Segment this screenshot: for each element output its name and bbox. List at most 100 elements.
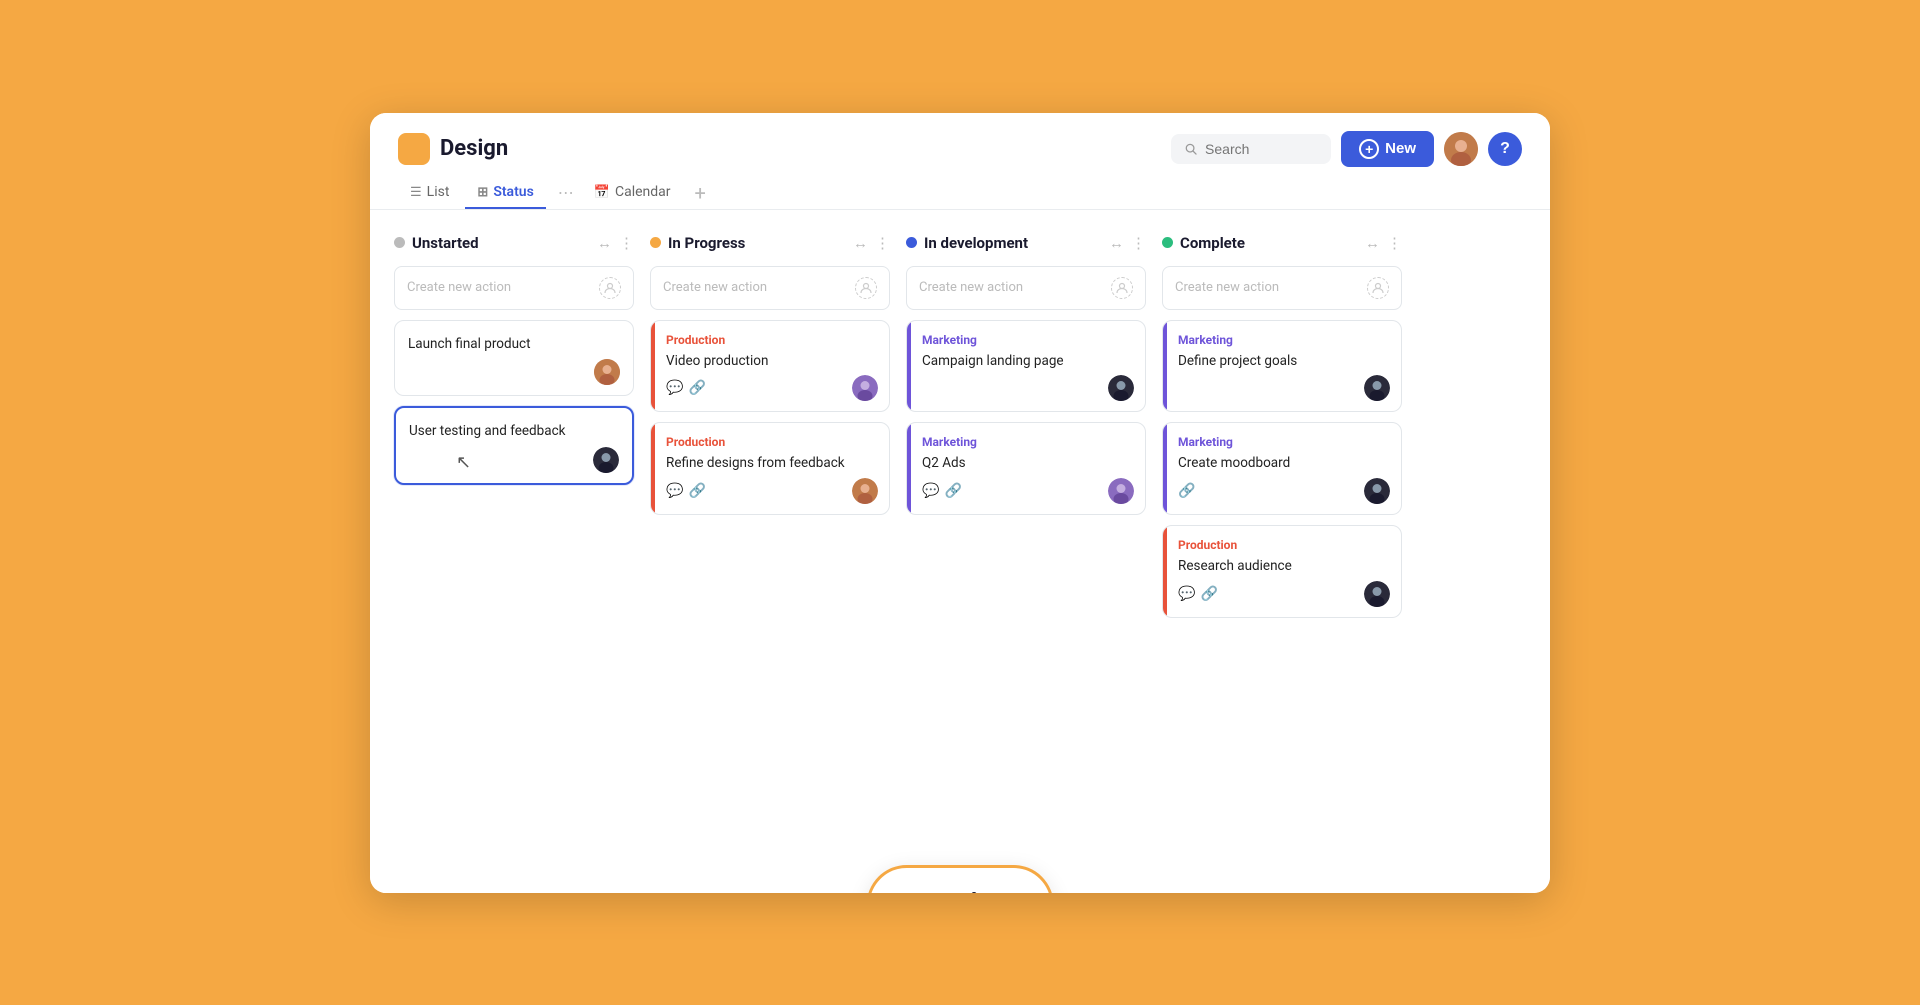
card-q2-ads[interactable]: Marketing Q2 Ads 💬 🔗 [906,422,1146,515]
complete-title: Complete [1180,234,1358,252]
search-icon [1185,142,1197,156]
card-goals-inner: Marketing Define project goals [1167,321,1401,412]
refine-label-tag: Production [666,435,878,449]
campaign-card-row [922,375,1134,401]
in-progress-create-action[interactable]: Create new action [650,266,890,310]
new-button[interactable]: + New [1341,131,1434,167]
card-campaign-landing[interactable]: Marketing Campaign landing page [906,320,1146,413]
card-refine-inner: Production Refine designs from feedback … [655,423,889,514]
column-header-complete: Complete ↔ ⋮ [1162,234,1402,252]
unstarted-create-label: Create new action [407,280,593,295]
card-user-testing-avatar [593,447,619,473]
card-define-goals[interactable]: Marketing Define project goals [1162,320,1402,413]
card-launch-title: Launch final product [408,335,620,354]
video-card-row: 💬 🔗 [666,375,878,401]
card-video-inner: Production Video production 💬 🔗 [655,321,889,412]
card-user-testing-title: User testing and feedback [409,422,619,441]
campaign-title: Campaign landing page [922,352,1134,371]
unstarted-dot [394,237,405,248]
card-refine-designs[interactable]: Production Refine designs from feedback … [650,422,890,515]
board: Unstarted ↔ ⋮ Create new action Launch f… [370,210,1550,893]
status-icon: ⊞ [477,185,488,200]
chat-icon-3: 💬 [922,483,939,499]
moodboard-icons: 🔗 [1178,483,1195,499]
in-progress-arrow-icon[interactable]: ↔ [853,234,868,252]
chat-icon: 💬 [666,380,683,396]
help-button[interactable]: ? [1488,132,1522,166]
hive-badge-text: Hive [948,886,1011,893]
column-header-unstarted: Unstarted ↔ ⋮ [394,234,634,252]
goals-title: Define project goals [1178,352,1390,371]
chat-icon-4: 💬 [1178,586,1195,602]
in-dev-menu-icon[interactable]: ⋮ [1131,234,1146,252]
column-in-development: In development ↔ ⋮ Create new action [906,234,1146,516]
attach-icon: 🔗 [688,380,705,396]
complete-arrow-icon[interactable]: ↔ [1365,234,1380,252]
q2-title: Q2 Ads [922,454,1134,473]
in-progress-create-label: Create new action [663,280,849,295]
card-video-production[interactable]: Production Video production 💬 🔗 [650,320,890,413]
complete-menu-icon[interactable]: ⋮ [1387,234,1402,252]
moodboard-label-tag: Marketing [1178,435,1390,449]
moodboard-title: Create moodboard [1178,454,1390,473]
in-progress-title: In Progress [668,234,846,252]
card-research-audience[interactable]: Production Research audience 💬 🔗 [1162,525,1402,618]
search-bar[interactable] [1171,134,1331,164]
calendar-icon: 📅 [594,185,610,200]
unstarted-create-action[interactable]: Create new action [394,266,634,310]
attach-icon-3: 🔗 [944,483,961,499]
card-campaign-inner: Marketing Campaign landing page [911,321,1145,412]
card-launch-final-product[interactable]: Launch final product [394,320,634,397]
tab-list[interactable]: ☰ List [398,177,461,209]
in-progress-menu-icon[interactable]: ⋮ [875,234,890,252]
complete-create-action[interactable]: Create new action [1162,266,1402,310]
hive-badge: Hive [867,865,1054,893]
goals-avatar [1364,375,1390,401]
unstarted-assign-icon [599,277,621,299]
card-moodboard-bar-layout: Marketing Create moodboard 🔗 [1163,423,1401,514]
header: Design + New ? [370,113,1550,167]
in-progress-dot [650,237,661,248]
chat-icon-2: 💬 [666,483,683,499]
card-create-moodboard[interactable]: Marketing Create moodboard 🔗 [1162,422,1402,515]
refine-icons: 💬 🔗 [666,483,706,499]
card-q2-bar-layout: Marketing Q2 Ads 💬 🔗 [907,423,1145,514]
new-button-label: New [1385,140,1416,157]
attach-icon-5: 🔗 [1200,586,1217,602]
add-tab-icon[interactable]: + [691,177,710,209]
column-header-in-progress: In Progress ↔ ⋮ [650,234,890,252]
attach-icon-4: 🔗 [1178,483,1195,499]
q2-label-tag: Marketing [922,435,1134,449]
refine-card-row: 💬 🔗 [666,478,878,504]
tab-calendar[interactable]: 📅 Calendar [582,177,683,209]
card-q2-inner: Marketing Q2 Ads 💬 🔗 [911,423,1145,514]
card-research-inner: Production Research audience 💬 🔗 [1167,526,1401,617]
avatar[interactable] [1444,132,1478,166]
search-input[interactable] [1205,141,1317,157]
app-title: Design [440,136,508,161]
in-dev-arrow-icon[interactable]: ↔ [1109,234,1124,252]
card-user-testing[interactable]: User testing and feedback ↖ [394,406,634,485]
header-left: Design [398,133,508,165]
complete-assign-icon [1367,277,1389,299]
refine-title: Refine designs from feedback [666,454,878,473]
unstarted-menu-icon[interactable]: ⋮ [619,234,634,252]
research-icons: 💬 🔗 [1178,586,1218,602]
card-refine-bar-layout: Production Refine designs from feedback … [651,423,889,514]
campaign-label-tag: Marketing [922,333,1134,347]
unstarted-arrow-icon[interactable]: ↔ [597,234,612,252]
in-dev-title: In development [924,234,1102,252]
research-avatar [1364,581,1390,607]
list-icon: ☰ [410,185,422,200]
in-dev-create-action[interactable]: Create new action [906,266,1146,310]
app-window: Design + New ? [370,113,1550,893]
new-btn-circle: + [1359,139,1379,159]
card-launch-avatar [594,359,620,385]
in-dev-create-label: Create new action [919,280,1105,295]
card-video-bar-layout: Production Video production 💬 🔗 [651,321,889,412]
tabs-bar: ☰ List ⊞ Status ⋯ 📅 Calendar + [370,167,1550,210]
tab-status[interactable]: ⊞ Status [465,177,545,209]
unstarted-title: Unstarted [412,234,590,252]
tab-status-more-icon[interactable]: ⋯ [554,179,578,206]
video-icons: 💬 🔗 [666,380,706,396]
